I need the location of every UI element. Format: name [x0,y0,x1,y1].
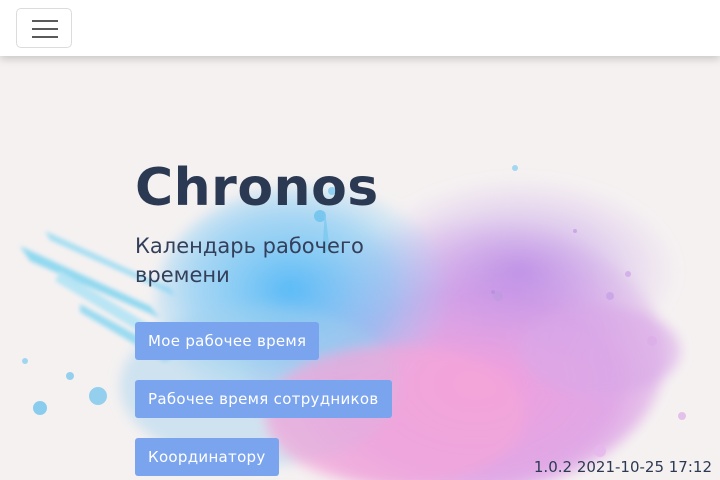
staff-work-time-button[interactable]: Рабочее время сотрудников [135,380,392,418]
version-label: 1.0.2 2021-10-25 17:12 [533,458,712,476]
hamburger-menu-icon [32,20,58,38]
app-subtitle: Календарь рабочего времени [135,234,364,287]
app-title: Chronos [135,158,379,218]
navbar-toggle-button[interactable] [16,8,72,48]
my-work-time-button[interactable]: Мое рабочее время [135,322,320,360]
hero-section: Chronos Календарь рабочего времени [135,150,405,290]
top-navbar [0,0,720,56]
coordinator-button[interactable]: Координатору [135,438,279,476]
